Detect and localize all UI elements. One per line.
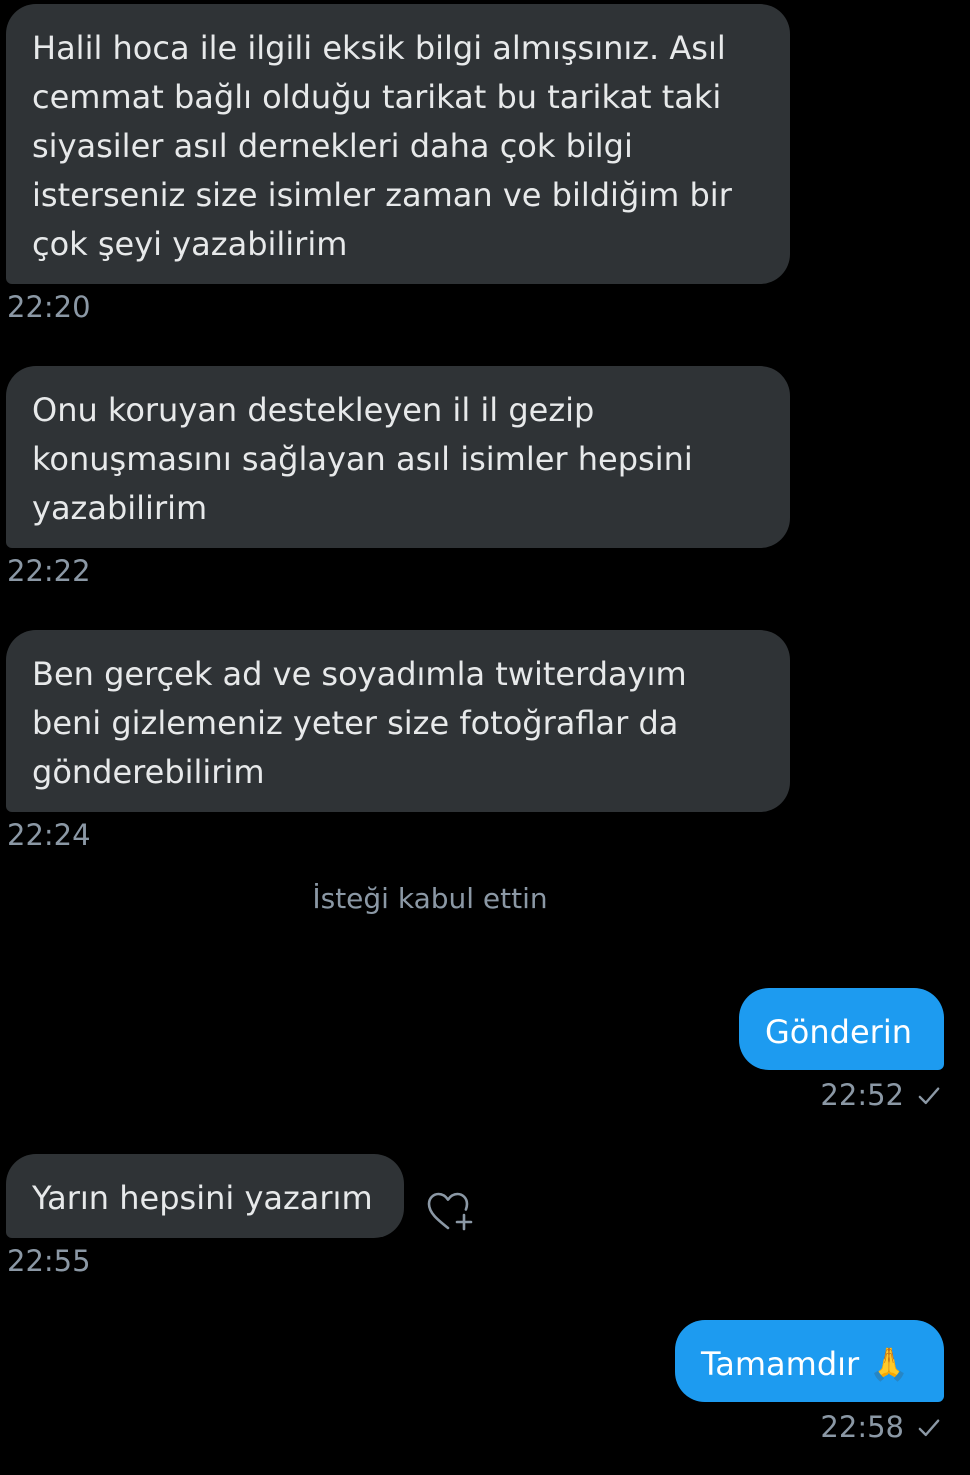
- message-timestamp: 22:24: [7, 818, 91, 852]
- request-accepted-notice: İsteği kabul ettin: [312, 882, 548, 915]
- message-text: Ben gerçek ad ve soyadımla twiterdayım b…: [32, 655, 687, 791]
- message-text: Yarın hepsini yazarım: [32, 1179, 373, 1217]
- check-icon: [918, 1087, 940, 1105]
- message-time: 22:52: [820, 1078, 904, 1112]
- message-text: Halil hoca ile ilgili eksik bilgi almışs…: [32, 29, 732, 263]
- message-timestamp: 22:20: [7, 290, 91, 324]
- message-bubble-outgoing[interactable]: Tamamdır 🙏: [675, 1320, 944, 1402]
- message-timestamp: 22:55: [7, 1244, 91, 1278]
- message-bubble-incoming[interactable]: Ben gerçek ad ve soyadımla twiterdayım b…: [6, 630, 790, 812]
- message-time: 22:58: [820, 1410, 904, 1444]
- message-text: Gönderin: [765, 1013, 912, 1051]
- heart-plus-icon[interactable]: [424, 1188, 476, 1240]
- message-bubble-incoming[interactable]: Halil hoca ile ilgili eksik bilgi almışs…: [6, 4, 790, 284]
- message-text: Onu koruyan destekleyen il il gezip konu…: [32, 391, 693, 527]
- message-bubble-incoming[interactable]: Onu koruyan destekleyen il il gezip konu…: [6, 366, 790, 548]
- message-text: Tamamdır 🙏: [701, 1345, 910, 1383]
- check-icon: [918, 1419, 940, 1437]
- message-bubble-outgoing[interactable]: Gönderin: [739, 988, 944, 1070]
- message-timestamp: 22:22: [7, 554, 91, 588]
- message-bubble-incoming[interactable]: Yarın hepsini yazarım: [6, 1154, 404, 1238]
- message-timestamp: 22:52: [820, 1078, 940, 1112]
- message-timestamp: 22:58: [820, 1410, 940, 1444]
